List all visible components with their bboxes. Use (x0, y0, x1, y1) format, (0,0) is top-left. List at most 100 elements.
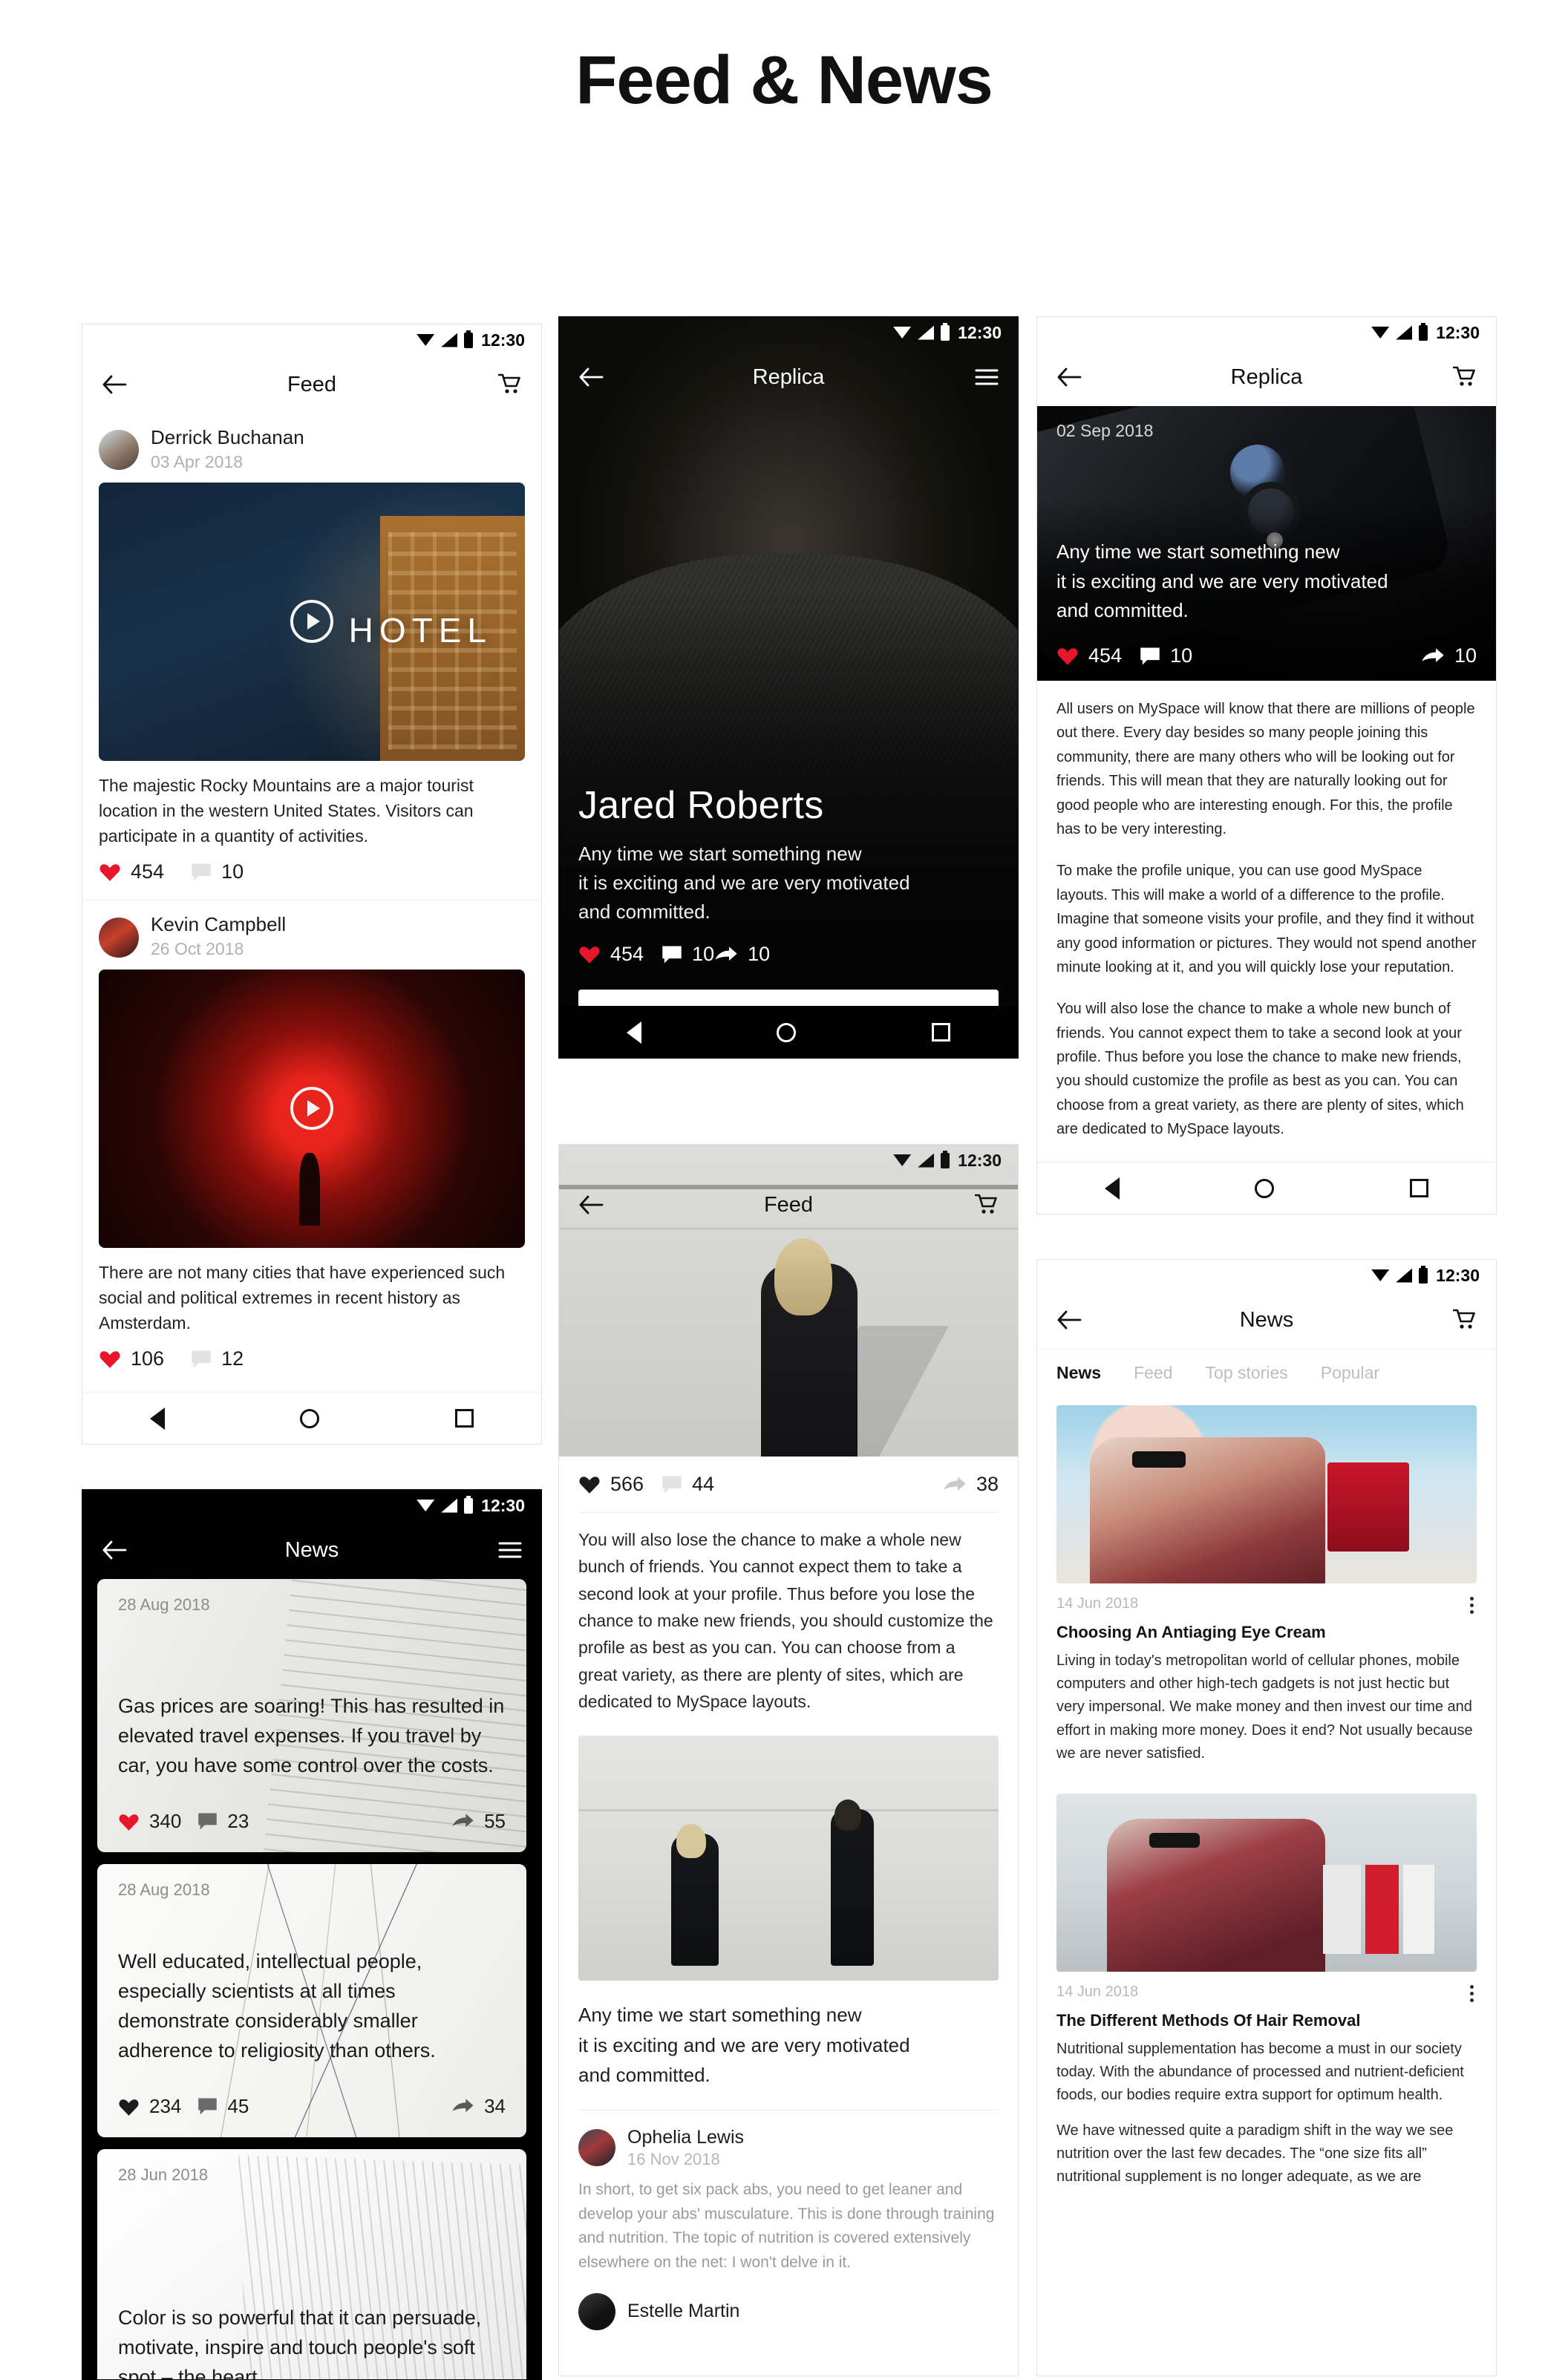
cellular-signal-icon (918, 325, 935, 340)
hamburger-menu-icon[interactable] (498, 1541, 522, 1559)
comment-stat[interactable]: 10 (1140, 644, 1192, 667)
back-arrow-icon[interactable] (578, 1194, 604, 1215)
like-stat[interactable]: 454 (578, 943, 644, 966)
card-stats: 340 23 55 (118, 1810, 506, 1833)
share-stat[interactable]: 38 (943, 1473, 999, 1496)
news-card[interactable]: 28 Aug 2018 Gas prices are soaring! This… (97, 1579, 526, 1852)
comment-item: Estelle Martin (559, 2275, 1018, 2330)
wifi-icon (1371, 327, 1390, 339)
wifi-icon (1371, 1269, 1390, 1281)
comment-stat[interactable]: 45 (197, 2095, 249, 2118)
tab-feed[interactable]: Feed (1134, 1363, 1172, 1395)
share-stat[interactable]: 34 (451, 2095, 506, 2118)
back-arrow-icon[interactable] (1056, 367, 1082, 388)
battery-icon (941, 322, 950, 341)
android-nav-bar (559, 1006, 1018, 1058)
article-hero-text: Any time we start something new it is ex… (1056, 540, 1388, 622)
card-date: 28 Aug 2018 (118, 1595, 210, 1614)
news-list-item[interactable]: 14 Jun 2018 The Different Methods Of Hai… (1037, 1793, 1496, 2206)
article-excerpt: Nutritional supplementation has become a… (1056, 2040, 1464, 2104)
like-stat[interactable]: 340 (118, 1810, 181, 1833)
like-stat[interactable]: 454 (99, 860, 164, 883)
card-stats: 234 45 34 (118, 2095, 506, 2118)
like-stat[interactable]: 566 (578, 1473, 644, 1496)
like-count: 106 (131, 1347, 165, 1370)
article-title: The Different Methods Of Hair Removal (1056, 2010, 1361, 2030)
cellular-signal-icon (441, 1498, 458, 1513)
nav-recents-icon[interactable] (1409, 1179, 1428, 1197)
card-date: 28 Jun 2018 (118, 2165, 209, 2184)
app-bar: Replica (1037, 348, 1496, 406)
phone-news-list-screen: 12:30 News News Feed Top stories Popular… (1036, 1259, 1497, 2376)
phone-article-screen: 12:30 Replica 02 Sep 2018 Any time we st… (1036, 316, 1497, 1214)
post-author-name: Kevin Campbell (151, 913, 287, 936)
shopping-cart-icon[interactable] (1453, 366, 1477, 388)
article-thumbnail[interactable] (1056, 1405, 1477, 1583)
shopping-cart-icon[interactable] (1453, 1309, 1477, 1331)
tab-top-stories[interactable]: Top stories (1206, 1363, 1288, 1395)
like-stat[interactable]: 234 (118, 2095, 181, 2118)
share-count: 34 (484, 2095, 506, 2117)
comment-stat[interactable]: 23 (197, 1810, 249, 1833)
status-bar: 12:30 (82, 1490, 541, 1521)
like-stat[interactable]: 454 (1056, 644, 1122, 667)
hotel-sign-text: HOTEL (348, 611, 492, 650)
cellular-signal-icon (1396, 1268, 1413, 1283)
like-stat[interactable]: 106 (99, 1347, 164, 1370)
article-thumbnail[interactable] (1056, 1793, 1477, 1972)
app-bar: Replica (559, 348, 1018, 406)
status-time: 12:30 (1436, 1265, 1480, 1285)
news-list-item[interactable]: 14 Jun 2018 Choosing An Antiaging Eye Cr… (1037, 1405, 1496, 1783)
comment-stat[interactable]: 10 (662, 943, 714, 966)
article-stats: 454 10 10 (1056, 644, 1477, 667)
post-media-video[interactable]: HOTEL (99, 482, 525, 761)
post-date: 26 Oct 2018 (151, 938, 244, 958)
wifi-icon (893, 327, 912, 339)
play-icon[interactable] (290, 1087, 333, 1131)
comment-stat[interactable]: 10 (191, 860, 244, 883)
status-time: 12:30 (1436, 322, 1480, 342)
nav-back-icon[interactable] (1105, 1177, 1120, 1200)
shopping-cart-icon[interactable] (498, 373, 522, 396)
more-options-icon[interactable] (1467, 1595, 1477, 1615)
hamburger-menu-icon[interactable] (975, 368, 999, 386)
phone-feed-detail-screen: 12:30 Feed 566 44 38 You will also lose … (558, 1144, 1019, 2376)
news-card[interactable]: 28 Jun 2018 Color is so powerful that it… (97, 2149, 526, 2379)
comment-count: 44 (692, 1473, 715, 1495)
nav-recents-icon[interactable] (931, 1023, 950, 1042)
post-stats: 106 12 (99, 1341, 525, 1387)
post-media-video[interactable] (99, 969, 525, 1248)
tab-popular[interactable]: Popular (1321, 1363, 1379, 1395)
share-stat[interactable]: 10 (1421, 644, 1477, 667)
more-options-icon[interactable] (1467, 1984, 1477, 2004)
nav-back-icon[interactable] (627, 1021, 642, 1044)
share-stat[interactable]: 55 (451, 1810, 506, 1833)
play-icon[interactable] (290, 600, 333, 644)
comment-stat[interactable]: 44 (662, 1473, 714, 1496)
like-count: 454 (131, 860, 165, 883)
feed-detail-photo[interactable] (578, 1736, 999, 1981)
back-arrow-icon[interactable] (1056, 1310, 1082, 1330)
comment-stat[interactable]: 12 (191, 1347, 244, 1370)
comment-author: Ophelia Lewis (627, 2126, 745, 2148)
nav-home-icon[interactable] (777, 1022, 797, 1042)
nav-home-icon[interactable] (1255, 1178, 1275, 1198)
back-arrow-icon[interactable] (102, 1540, 127, 1560)
comment-author: Estelle Martin (627, 2301, 740, 2322)
phone-mockup-canvas: 12:30 Feed Derrick Buchanan 03 Apr 2018 (0, 127, 1568, 2380)
shopping-cart-icon[interactable] (975, 1194, 999, 1216)
nav-home-icon[interactable] (300, 1408, 320, 1428)
share-stat[interactable]: 10 (714, 943, 770, 966)
tab-news[interactable]: News (1056, 1363, 1101, 1395)
app-bar-title: Replica (752, 364, 825, 389)
battery-icon (1419, 1265, 1428, 1284)
news-card[interactable]: 28 Aug 2018 Well educated, intellectual … (97, 1864, 526, 2137)
android-nav-bar (82, 1392, 541, 1444)
back-arrow-icon[interactable] (578, 367, 604, 388)
like-count: 340 (149, 1810, 182, 1832)
nav-back-icon[interactable] (150, 1407, 166, 1430)
status-bar: 12:30 (559, 1145, 1018, 1176)
app-bar: Feed (82, 356, 541, 413)
nav-recents-icon[interactable] (454, 1409, 474, 1428)
back-arrow-icon[interactable] (102, 374, 127, 395)
